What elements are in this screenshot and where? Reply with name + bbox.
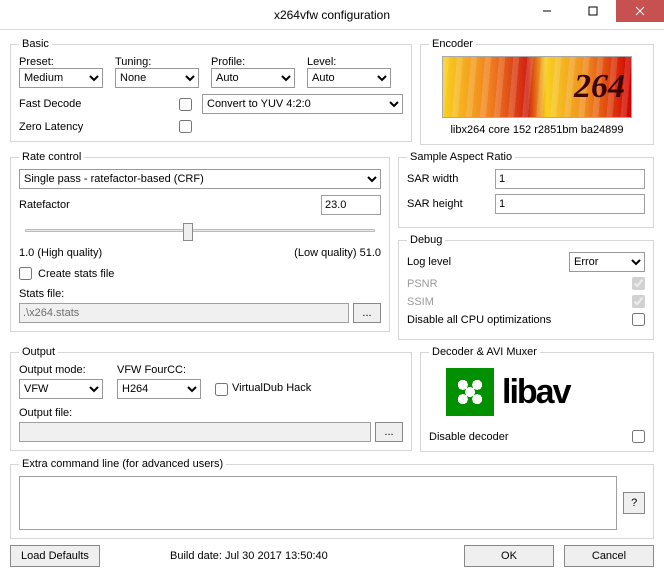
create-stats-checkbox[interactable] bbox=[19, 267, 32, 280]
sar-height-input[interactable] bbox=[495, 194, 645, 214]
help-button[interactable]: ? bbox=[623, 492, 645, 514]
vdub-hack-label: VirtualDub Hack bbox=[232, 382, 311, 394]
basic-group: Basic Preset: Medium Tuning: None Profil… bbox=[10, 38, 412, 142]
rate-control-legend: Rate control bbox=[19, 151, 84, 163]
encoder-logo: 264 bbox=[442, 56, 632, 118]
loglevel-label: Log level bbox=[407, 256, 569, 268]
rate-control-mode-select[interactable]: Single pass - ratefactor-based (CRF) bbox=[19, 169, 381, 189]
ratefactor-scale-high: (Low quality) 51.0 bbox=[294, 247, 381, 259]
vdub-hack-checkbox[interactable] bbox=[215, 383, 228, 396]
rate-control-group: Rate control Single pass - ratefactor-ba… bbox=[10, 151, 390, 332]
loglevel-select[interactable]: Error bbox=[569, 252, 645, 272]
window-title: x264vfw configuration bbox=[274, 8, 390, 22]
ratefactor-slider[interactable] bbox=[25, 221, 375, 243]
encoder-legend: Encoder bbox=[429, 38, 476, 50]
output-legend: Output bbox=[19, 346, 58, 358]
titlebar: x264vfw configuration bbox=[0, 0, 664, 30]
extra-group: Extra command line (for advanced users) … bbox=[10, 458, 654, 539]
profile-label: Profile: bbox=[211, 56, 295, 68]
encoder-group: Encoder 264 libx264 core 152 r2851bm ba2… bbox=[420, 38, 654, 145]
output-mode-label: Output mode: bbox=[19, 364, 103, 376]
sar-width-label: SAR width bbox=[407, 173, 495, 185]
tuning-select[interactable]: None bbox=[115, 68, 199, 88]
window-buttons bbox=[524, 0, 664, 22]
output-mode-select[interactable]: VFW bbox=[19, 379, 103, 399]
psnr-checkbox bbox=[632, 277, 645, 290]
level-select[interactable]: Auto bbox=[307, 68, 391, 88]
build-date: Build date: Jul 30 2017 13:50:40 bbox=[110, 550, 454, 562]
fourcc-select[interactable]: H264 bbox=[117, 379, 201, 399]
minimize-button[interactable] bbox=[524, 0, 570, 22]
cancel-button[interactable]: Cancel bbox=[564, 545, 654, 567]
ratefactor-label: Ratefactor bbox=[19, 199, 321, 211]
libav-icon bbox=[446, 368, 494, 416]
output-file-input[interactable] bbox=[19, 422, 371, 442]
zero-latency-label: Zero Latency bbox=[19, 121, 179, 133]
noopt-label: Disable all CPU optimizations bbox=[407, 314, 632, 326]
sar-width-input[interactable] bbox=[495, 169, 645, 189]
decoder-group: Decoder & AVI Muxer libav Disable decode… bbox=[420, 346, 654, 452]
fourcc-label: VFW FourCC: bbox=[117, 364, 201, 376]
preset-label: Preset: bbox=[19, 56, 103, 68]
ssim-label: SSIM bbox=[407, 296, 632, 308]
ratefactor-scale-low: 1.0 (High quality) bbox=[19, 247, 102, 259]
sar-height-label: SAR height bbox=[407, 198, 495, 210]
create-stats-label: Create stats file bbox=[38, 268, 114, 280]
encoder-version: libx264 core 152 r2851bm ba24899 bbox=[429, 124, 645, 136]
preset-select[interactable]: Medium bbox=[19, 68, 103, 88]
decoder-legend: Decoder & AVI Muxer bbox=[429, 346, 540, 358]
output-file-label: Output file: bbox=[19, 407, 72, 419]
colorspace-select[interactable]: Convert to YUV 4:2:0 bbox=[202, 94, 403, 114]
decoder-logo: libav bbox=[442, 364, 632, 420]
sar-legend: Sample Aspect Ratio bbox=[407, 151, 515, 163]
encoder-logo-text: 264 bbox=[574, 68, 625, 106]
fast-decode-label: Fast Decode bbox=[19, 98, 179, 110]
disable-decoder-checkbox[interactable] bbox=[632, 430, 645, 443]
level-label: Level: bbox=[307, 56, 391, 68]
sar-group: Sample Aspect Ratio SAR width SAR height bbox=[398, 151, 654, 228]
debug-legend: Debug bbox=[407, 234, 445, 246]
extra-commandline-input[interactable] bbox=[19, 476, 617, 530]
maximize-button[interactable] bbox=[570, 0, 616, 22]
ok-button[interactable]: OK bbox=[464, 545, 554, 567]
output-file-browse-button[interactable]: ... bbox=[375, 422, 403, 442]
fast-decode-checkbox[interactable] bbox=[179, 98, 192, 111]
stats-file-input[interactable] bbox=[19, 303, 349, 323]
debug-group: Debug Log level Error PSNR SSIM Disable … bbox=[398, 234, 654, 340]
decoder-logo-text: libav bbox=[502, 373, 569, 412]
basic-legend: Basic bbox=[19, 38, 52, 50]
zero-latency-checkbox[interactable] bbox=[179, 120, 192, 133]
tuning-label: Tuning: bbox=[115, 56, 199, 68]
stats-file-label: Stats file: bbox=[19, 288, 381, 300]
disable-decoder-label: Disable decoder bbox=[429, 431, 632, 443]
load-defaults-button[interactable]: Load Defaults bbox=[10, 545, 100, 567]
extra-legend: Extra command line (for advanced users) bbox=[19, 458, 226, 470]
output-group: Output Output mode: VFW VFW FourCC: H264… bbox=[10, 346, 412, 451]
stats-file-browse-button[interactable]: ... bbox=[353, 303, 381, 323]
bottom-bar: Load Defaults Build date: Jul 30 2017 13… bbox=[10, 545, 654, 567]
close-button[interactable] bbox=[616, 0, 664, 22]
ssim-checkbox bbox=[632, 295, 645, 308]
psnr-label: PSNR bbox=[407, 278, 632, 290]
noopt-checkbox[interactable] bbox=[632, 313, 645, 326]
profile-select[interactable]: Auto bbox=[211, 68, 295, 88]
ratefactor-input[interactable] bbox=[321, 195, 381, 215]
